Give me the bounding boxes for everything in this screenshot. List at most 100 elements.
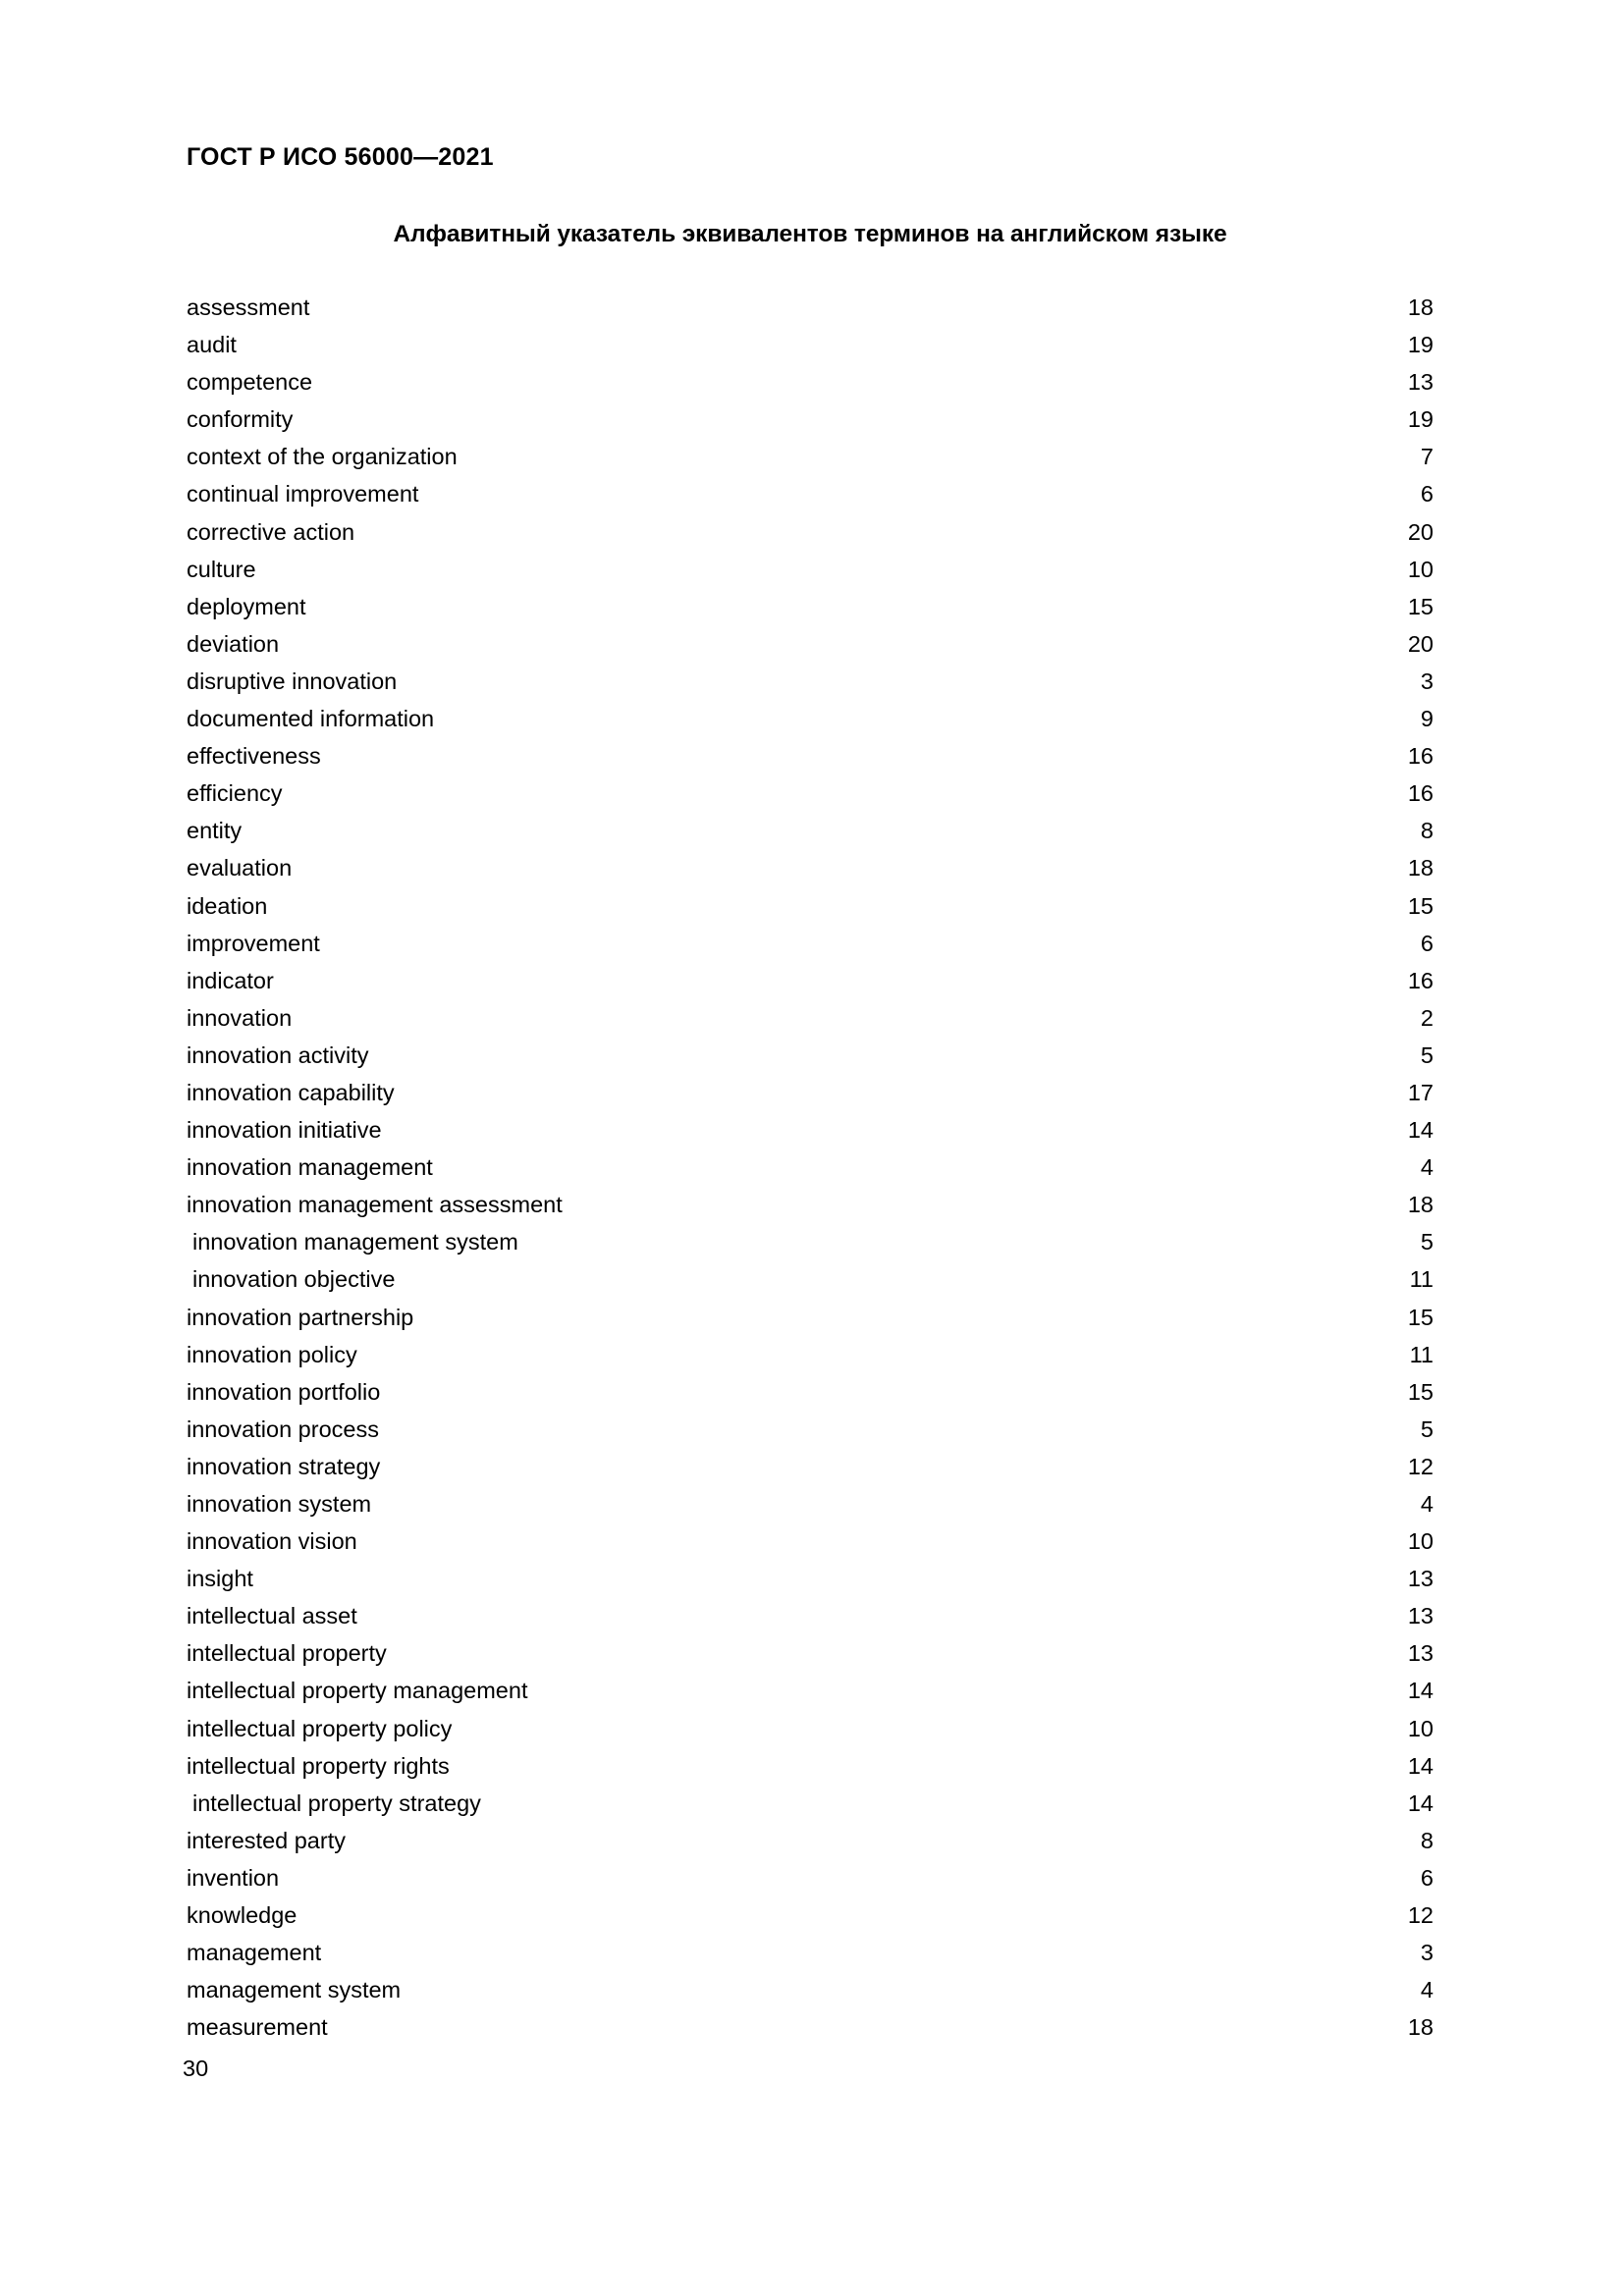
document-standard-header: ГОСТ Р ИСО 56000—2021 [187, 143, 494, 171]
index-entry-row: deviation 20 [187, 625, 1434, 663]
index-entry-term: innovation vision [187, 1528, 357, 1555]
index-entry-row: continual improvement 6 [187, 475, 1434, 512]
index-entry-row: efficiency 16 [187, 774, 1434, 812]
index-entry-page-number: 14 [1407, 1752, 1434, 1779]
index-entry-page-number: 10 [1407, 1528, 1434, 1555]
index-entry-row: innovation 2 [187, 999, 1434, 1037]
index-entry-row: innovation portfolio 15 [187, 1373, 1434, 1411]
index-entry-page-number: 15 [1407, 593, 1434, 619]
index-entry-page-number: 14 [1407, 1678, 1434, 1704]
footer-page-number: 30 [183, 2056, 209, 2081]
index-entry-page-number: 18 [1407, 855, 1434, 881]
index-entry-page-number: 12 [1407, 1453, 1434, 1479]
index-entry-term: innovation strategy [187, 1453, 381, 1479]
index-entry-term: innovation capability [187, 1079, 395, 1105]
index-entry-term: evaluation [187, 855, 293, 881]
index-entry-row: deployment 15 [187, 588, 1434, 625]
index-entry-term: disruptive innovation [187, 667, 398, 694]
index-entry-term: efficiency [187, 780, 283, 807]
index-entry-page-number: 18 [1407, 294, 1434, 320]
index-entry-page-number: 13 [1407, 1603, 1434, 1629]
index-entry-term: intellectual property management [187, 1678, 528, 1704]
index-entry-term: audit [187, 332, 237, 358]
index-entry-row: innovation management 4 [187, 1148, 1434, 1186]
index-entry-row: insight 13 [187, 1560, 1434, 1597]
page-title: Алфавитный указатель эквивалентов термин… [393, 221, 1227, 247]
index-entry-row: indicator 16 [187, 962, 1434, 999]
index-entry-term: competence [187, 369, 313, 396]
index-entry-term: intellectual asset [187, 1603, 357, 1629]
index-entry-page-number: 18 [1407, 2014, 1434, 2041]
index-entry-term: measurement [187, 2014, 328, 2041]
index-entry-term: management system [187, 1977, 402, 2003]
index-entry-row: innovation management system 5 [187, 1223, 1434, 1260]
index-entry-term: innovation initiative [187, 1117, 382, 1144]
index-entry-term: ideation [187, 892, 268, 919]
document-page: ГОСТ Р ИСО 56000—2021 Алфавитный указате… [0, 0, 1624, 2296]
index-entry-row: entity 8 [187, 812, 1434, 849]
index-entry-row: corrective action 20 [187, 513, 1434, 551]
index-entry-term: innovation management [187, 1154, 433, 1181]
index-entry-row: innovation policy 11 [187, 1336, 1434, 1373]
index-entry-row: innovation strategy 12 [187, 1448, 1434, 1485]
index-entry-row: innovation vision 10 [187, 1522, 1434, 1560]
index-entry-row: intellectual asset 13 [187, 1597, 1434, 1634]
index-entry-term: innovation portfolio [187, 1378, 381, 1405]
index-entry-page-number: 13 [1407, 1566, 1434, 1592]
index-entry-row: innovation partnership 15 [187, 1299, 1434, 1336]
index-entry-page-number: 6 [1420, 481, 1434, 507]
index-entry-page-number: 8 [1420, 1827, 1434, 1853]
index-entry-page-number: 4 [1420, 1154, 1434, 1181]
index-entry-page-number: 14 [1407, 1789, 1434, 1816]
index-entry-term: corrective action [187, 518, 355, 545]
index-entry-term: indicator [187, 967, 274, 993]
index-entry-page-number: 15 [1407, 1304, 1434, 1330]
index-entry-page-number: 15 [1407, 892, 1434, 919]
index-entry-page-number: 14 [1407, 1117, 1434, 1144]
index-entry-row: innovation initiative 14 [187, 1111, 1434, 1148]
index-entry-row: competence 13 [187, 363, 1434, 400]
index-entry-term: improvement [187, 930, 320, 956]
index-entry-page-number: 11 [1409, 1341, 1434, 1367]
index-entry-term: innovation management system [192, 1229, 518, 1255]
index-entry-page-number: 6 [1420, 930, 1434, 956]
index-entry-row: innovation management assessment 18 [187, 1186, 1434, 1223]
index-entry-term: innovation objective [192, 1266, 396, 1293]
index-entry-page-number: 12 [1407, 1902, 1434, 1929]
index-entry-page-number: 5 [1420, 1415, 1434, 1442]
index-entry-term: innovation activity [187, 1041, 369, 1068]
index-entry-term: intellectual property [187, 1640, 387, 1667]
index-entry-page-number: 16 [1407, 967, 1434, 993]
index-entry-page-number: 19 [1407, 406, 1434, 433]
index-entry-page-number: 20 [1407, 630, 1434, 657]
index-entry-page-number: 4 [1420, 1977, 1434, 2003]
index-entry-page-number: 6 [1420, 1864, 1434, 1891]
index-entry-term: context of the organization [187, 444, 458, 470]
index-entry-page-number: 3 [1420, 1940, 1434, 1966]
index-entry-page-number: 16 [1407, 780, 1434, 807]
index-entry-page-number: 4 [1420, 1491, 1434, 1517]
index-entry-term: effectiveness [187, 743, 321, 770]
index-entry-page-number: 8 [1420, 818, 1434, 844]
index-entry-page-number: 2 [1420, 1004, 1434, 1031]
index-entry-term: deployment [187, 593, 306, 619]
index-entry-row: management 3 [187, 1934, 1434, 1971]
index-entry-page-number: 10 [1407, 556, 1434, 582]
index-entry-term: entity [187, 818, 243, 844]
index-entry-row: innovation objective 11 [187, 1260, 1434, 1298]
index-entry-term: insight [187, 1566, 253, 1592]
index-entry-page-number: 5 [1420, 1041, 1434, 1068]
index-entry-row: culture 10 [187, 551, 1434, 588]
index-entry-page-number: 7 [1420, 444, 1434, 470]
index-entry-page-number: 13 [1407, 369, 1434, 396]
index-entry-term: continual improvement [187, 481, 419, 507]
index-entry-term: innovation [187, 1004, 293, 1031]
index-entry-term: innovation process [187, 1415, 379, 1442]
index-entry-page-number: 15 [1407, 1378, 1434, 1405]
index-entry-row: innovation system 4 [187, 1485, 1434, 1522]
index-entry-page-number: 16 [1407, 743, 1434, 770]
index-entry-page-number: 5 [1420, 1229, 1434, 1255]
index-entry-row: invention 6 [187, 1859, 1434, 1896]
index-entry-term: innovation management assessment [187, 1192, 563, 1218]
index-entry-row: improvement 6 [187, 925, 1434, 962]
